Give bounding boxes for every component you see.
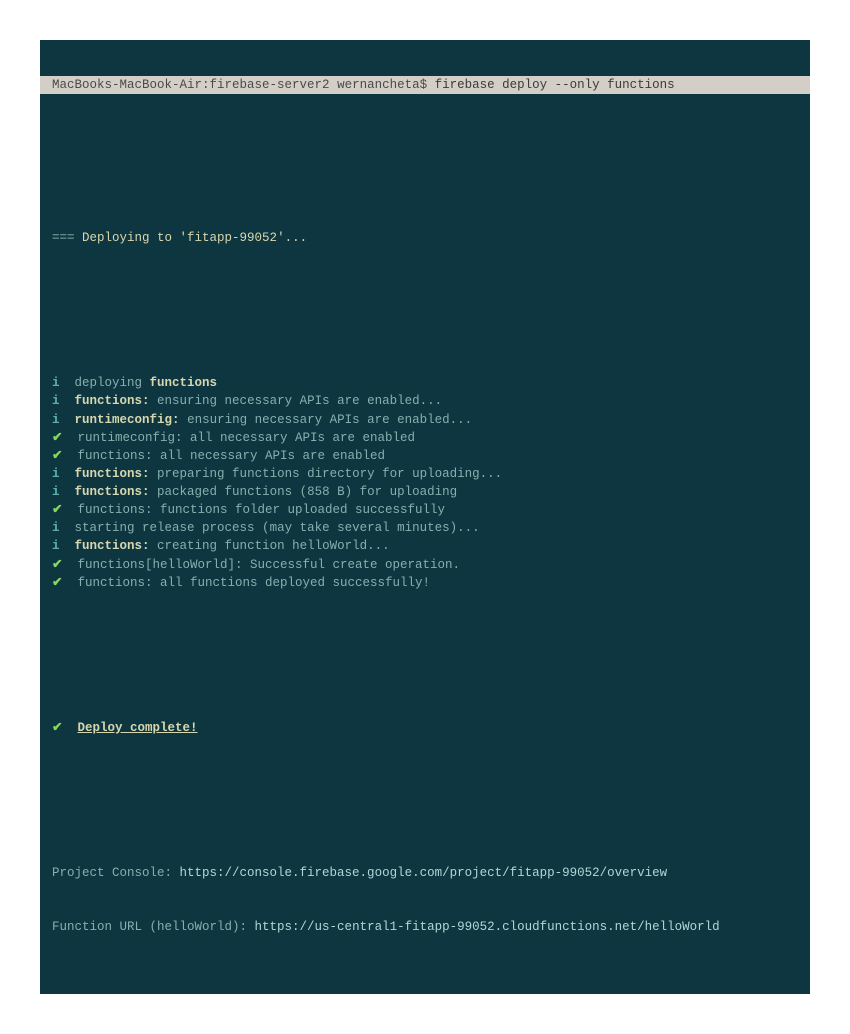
log-line: i runtimeconfig: ensuring necessary APIs… <box>52 411 798 429</box>
info-icon: i <box>52 521 60 535</box>
check-icon: ✔ <box>52 503 62 517</box>
function-url: https://us-central1-fitapp-99052.cloudfu… <box>255 920 720 934</box>
deploying-text: Deploying to 'fitapp-99052'... <box>82 231 307 245</box>
log-line: i functions: creating function helloWorl… <box>52 537 798 555</box>
log-line: ✔ runtimeconfig: all necessary APIs are … <box>52 429 798 447</box>
blank-line <box>52 157 798 175</box>
info-icon: i <box>52 376 60 390</box>
function-url-label: Function URL (helloWorld): <box>52 920 255 934</box>
log-line: ✔ functions[helloWorld]: Successful crea… <box>52 556 798 574</box>
info-icon: i <box>52 413 60 427</box>
log-text: ensuring necessary APIs are enabled... <box>150 394 443 408</box>
log-lines: i deploying functionsi functions: ensuri… <box>52 374 798 592</box>
console-url: https://console.firebase.google.com/proj… <box>180 866 668 880</box>
info-icon: i <box>52 539 60 553</box>
log-bold: functions: <box>75 467 150 481</box>
log-text: runtimeconfig: all necessary APIs are en… <box>78 431 416 445</box>
log-text: functions: all necessary APIs are enable… <box>78 449 386 463</box>
check-icon: ✔ <box>52 449 62 463</box>
log-text: creating function helloWorld... <box>150 539 390 553</box>
info-icon: i <box>52 485 60 499</box>
log-line: ✔ functions: functions folder uploaded s… <box>52 501 798 519</box>
log-text: starting release process (may take sever… <box>75 521 480 535</box>
log-line: i functions: packaged functions (858 B) … <box>52 483 798 501</box>
prompt-host: MacBooks-MacBook-Air: <box>52 78 210 92</box>
deploy-complete-line: ✔ Deploy complete! <box>52 719 798 737</box>
check-icon: ✔ <box>52 576 62 590</box>
blank-line <box>52 646 798 664</box>
log-bold: functions <box>150 376 218 390</box>
check-icon: ✔ <box>52 558 62 572</box>
prompt-user: wernancheta$ <box>330 78 435 92</box>
log-bold: functions: <box>75 394 150 408</box>
log-text: ensuring necessary APIs are enabled... <box>180 413 473 427</box>
equals-icon: === <box>52 231 75 245</box>
deploy-complete-text: Deploy complete! <box>78 721 198 735</box>
log-line: i functions: preparing functions directo… <box>52 465 798 483</box>
log-text: functions[helloWorld]: Successful create… <box>78 558 461 572</box>
terminal-window: MacBooks-MacBook-Air:firebase-server2 we… <box>40 40 810 994</box>
prompt-path: firebase-server2 <box>210 78 330 92</box>
blank-line <box>52 302 798 320</box>
log-text: functions: functions folder uploaded suc… <box>78 503 446 517</box>
log-text: functions: all functions deployed succes… <box>78 576 431 590</box>
check-icon: ✔ <box>52 431 62 445</box>
check-icon: ✔ <box>52 721 62 735</box>
deploying-line: === Deploying to 'fitapp-99052'... <box>52 229 798 247</box>
log-line: ✔ functions: all necessary APIs are enab… <box>52 447 798 465</box>
log-bold: runtimeconfig: <box>75 413 180 427</box>
log-bold: functions: <box>75 539 150 553</box>
log-prefix: deploying <box>75 376 150 390</box>
log-line: ✔ functions: all functions deployed succ… <box>52 574 798 592</box>
info-icon: i <box>52 394 60 408</box>
console-label: Project Console: <box>52 866 180 880</box>
project-console-line: Project Console: https://console.firebas… <box>52 864 798 882</box>
log-text: preparing functions directory for upload… <box>150 467 503 481</box>
log-bold: functions: <box>75 485 150 499</box>
prompt-command: firebase deploy --only functions <box>435 78 675 92</box>
info-icon: i <box>52 467 60 481</box>
log-text: packaged functions (858 B) for uploading <box>150 485 458 499</box>
blank-line <box>52 791 798 809</box>
prompt-line: MacBooks-MacBook-Air:firebase-server2 we… <box>40 76 810 94</box>
function-url-line: Function URL (helloWorld): https://us-ce… <box>52 918 798 936</box>
log-line: i functions: ensuring necessary APIs are… <box>52 392 798 410</box>
log-line: i starting release process (may take sev… <box>52 519 798 537</box>
log-line: i deploying functions <box>52 374 798 392</box>
